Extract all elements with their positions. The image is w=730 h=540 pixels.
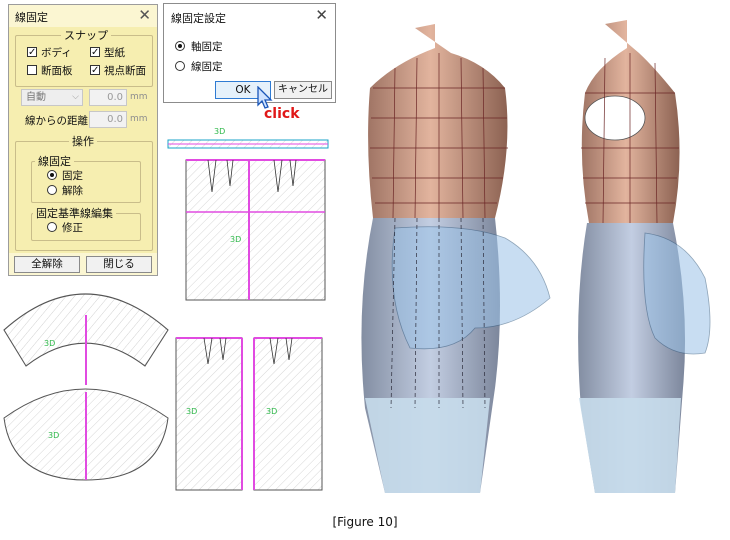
- skirt-lower-right-piece: [253, 337, 323, 491]
- checkbox-view-section[interactable]: ✓: [90, 65, 100, 76]
- peplum-piece-top: [3, 293, 169, 385]
- radio-axis-fix[interactable]: [175, 41, 185, 51]
- checkbox-body-label: ボディ: [41, 47, 72, 59]
- tag-3d-peplum-top: 3D: [44, 339, 55, 348]
- checkbox-view-section-label: 視点断面: [104, 65, 146, 77]
- mode-unit: mm: [130, 92, 148, 102]
- close-icon[interactable]: ✕: [138, 6, 151, 24]
- checkbox-pattern-label: 型紙: [104, 47, 125, 59]
- panel-title: 線固定: [15, 11, 48, 24]
- radio-line-fix-label: 線固定: [191, 61, 223, 73]
- checkbox-section-plate-label: 断面板: [41, 65, 73, 77]
- tag-3d-skirt-lower-right: 3D: [266, 407, 277, 416]
- mannequin-front-view: [361, 24, 551, 493]
- tag-3d-peplum-bottom: 3D: [48, 431, 59, 440]
- peplum-piece-bottom: [3, 388, 169, 481]
- tag-3d-skirt-lower-left: 3D: [186, 407, 197, 416]
- line-fix-settings-dialog: 線固定設定 ✕ 軸固定 線固定 OK キャンセル: [163, 3, 336, 103]
- mode-value-field[interactable]: 0.0: [89, 89, 127, 106]
- dialog-title: 線固定設定: [171, 12, 226, 25]
- close-icon[interactable]: ✕: [315, 6, 328, 24]
- pattern-pieces: 3D 3D 3D 3D 3D 3D: [3, 127, 329, 491]
- chevron-down-icon: ⌵: [72, 92, 79, 102]
- checkbox-body[interactable]: ✓: [27, 47, 37, 58]
- mode-select[interactable]: 自動 ⌵: [21, 89, 83, 106]
- radio-axis-fix-label: 軸固定: [191, 41, 223, 53]
- mannequin-side-view: [578, 20, 711, 493]
- cancel-button[interactable]: キャンセル: [274, 81, 332, 99]
- snap-group-label: スナップ: [61, 27, 111, 43]
- tag-3d-skirt-upper: 3D: [230, 235, 241, 244]
- checkbox-section-plate[interactable]: [27, 65, 37, 75]
- mannequin-views: [361, 20, 711, 493]
- mode-select-value: 自動: [26, 92, 46, 103]
- skirt-upper-piece: [185, 159, 326, 301]
- panel-title-bar: 線固定 ✕: [9, 5, 157, 27]
- tag-3d-waistband: 3D: [214, 127, 225, 136]
- waistband-piece: [167, 139, 329, 149]
- figure-caption: [Figure 10]: [332, 515, 398, 529]
- checkbox-pattern[interactable]: ✓: [90, 47, 100, 58]
- radio-line-fix[interactable]: [175, 61, 185, 71]
